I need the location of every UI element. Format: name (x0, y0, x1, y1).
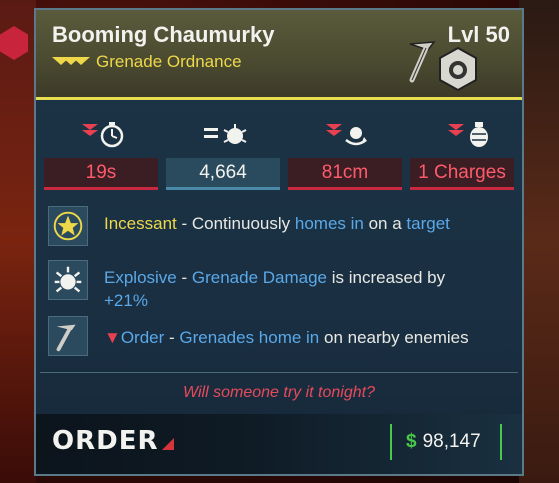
dollar-icon: $ (406, 431, 417, 452)
perk-explosive: Explosive - Grenade Damage is increased … (48, 260, 518, 310)
price-value: 98,147 (422, 431, 481, 452)
perk-order: ▼Order - Grenades home in on nearby enem… (48, 316, 518, 360)
background-left (0, 0, 36, 483)
perk-description: ▼Order - Grenades home in on nearby enem… (104, 326, 514, 349)
flavor-text: Will someone try it tonight? (183, 384, 375, 401)
stat-radius: 81cm (288, 120, 402, 192)
timer-icon (82, 122, 124, 148)
background-right (519, 0, 559, 483)
perk-separator: - (176, 214, 192, 233)
explosion-icon (48, 260, 88, 300)
perk-name: Order (120, 328, 165, 347)
perk-highlight: Grenade Damage (191, 268, 328, 287)
perk-highlight: Grenades home in (179, 328, 320, 347)
charges-icon (448, 122, 488, 147)
stat-damage: 4,664 (166, 120, 280, 192)
item-footer: ORDER $98,147 (36, 414, 522, 474)
stat-value: 1 Charges (410, 158, 514, 190)
perk-description: Incessant - Continuously homes in on a t… (104, 212, 514, 235)
pickaxe-icon (48, 316, 88, 356)
divider (40, 372, 518, 373)
star-icon (48, 206, 88, 246)
perk-highlight: +21% (104, 291, 148, 310)
rarity-chevrons-icon (52, 57, 90, 65)
item-type: Grenade Ordnance (96, 52, 242, 71)
stat-value: 81cm (288, 158, 402, 190)
perk-highlight: target (406, 214, 450, 233)
price-tag: $98,147 (390, 424, 502, 460)
damage-icon (204, 124, 247, 144)
stat-value: 4,664 (166, 158, 280, 190)
stat-value: 19s (44, 158, 158, 190)
chevron-down-icon: ▼ (104, 328, 121, 347)
perk-description: Explosive - Grenade Damage is increased … (104, 266, 514, 312)
item-header: Booming Chaumurky Lvl 50 Grenade Ordnanc… (36, 10, 522, 100)
item-name: Booming Chaumurky (52, 22, 275, 47)
radius-icon (326, 124, 367, 146)
perk-text-part: on a (363, 214, 407, 233)
stat-fuse-time: 19s (44, 120, 158, 192)
perk-separator: - (176, 268, 192, 287)
perk-name: Incessant (104, 214, 177, 233)
perk-text-part: is increased by (327, 268, 446, 287)
perk-text-part: Continuously (191, 214, 295, 233)
perk-name: Explosive (104, 268, 177, 287)
perk-text-part: on nearby enemies (319, 328, 469, 347)
perk-highlight: homes in (294, 214, 364, 233)
item-card: Booming Chaumurky Lvl 50 Grenade Ordnanc… (34, 8, 524, 476)
perk-separator: - (164, 328, 180, 347)
grenade-icon (439, 46, 477, 92)
perk-incessant: Incessant - Continuously homes in on a t… (48, 206, 518, 248)
manufacturer-logo: ORDER (52, 426, 159, 456)
manufacturer-mark-icon (162, 438, 174, 450)
stat-charges: 1 Charges (410, 120, 514, 192)
